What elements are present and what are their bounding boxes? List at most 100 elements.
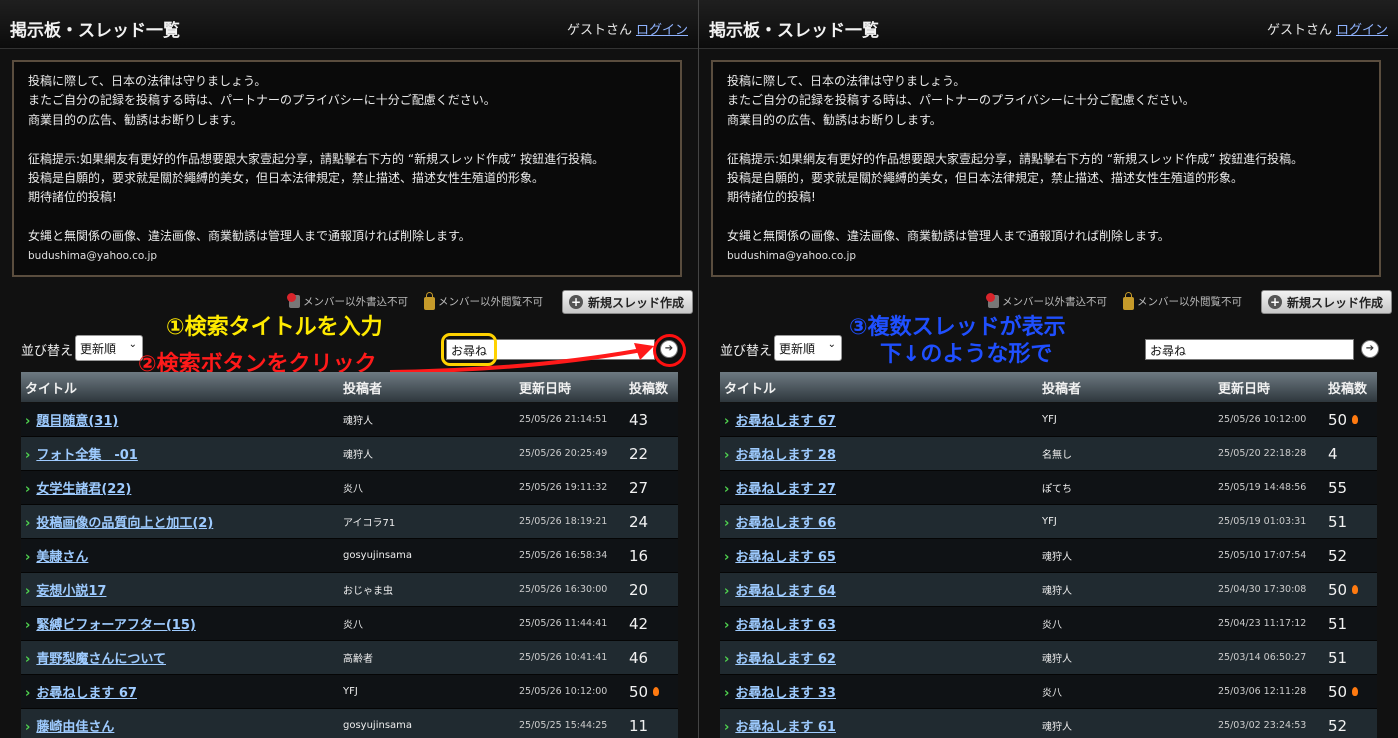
new-thread-button[interactable]: + 新規スレッド作成	[562, 290, 694, 314]
thread-title-link[interactable]: お尋ねします 33	[724, 686, 836, 701]
table-row[interactable]: 題目随意(31) 魂狩人25/05/26 21:14:5143	[21, 402, 678, 437]
thread-author: ぽてち	[1038, 470, 1214, 505]
table-row[interactable]: お尋ねします 64 魂狩人25/04/30 17:30:0850	[720, 572, 1377, 607]
thread-title-link[interactable]: 青野梨魔さんについて	[25, 652, 166, 667]
table-row[interactable]: お尋ねします 63 炎八25/04/23 11:17:1251	[720, 606, 1377, 641]
thread-title-link[interactable]: 緊縛ビフォーアフター(15)	[25, 618, 195, 633]
thread-count-cell: 22	[625, 436, 678, 471]
thread-title-link[interactable]: 妄想小説17	[25, 584, 106, 599]
thread-title-link[interactable]: お尋ねします 61	[724, 720, 836, 735]
table-row[interactable]: 女学生諸君(22) 炎八25/05/26 19:11:3227	[21, 470, 678, 505]
thread-updated: 25/05/25 15:44:25	[515, 708, 625, 738]
fire-icon	[1352, 584, 1359, 594]
thread-author: 魂狩人	[1038, 708, 1214, 738]
search-input[interactable]: お尋ね	[1145, 339, 1354, 360]
new-thread-button[interactable]: + 新規スレッド作成	[1261, 290, 1393, 314]
left-board-panel: 掲示板・スレッド一覧 ゲストさん ログイン 投稿に際して、日本の法律は守りましょう…	[0, 0, 699, 738]
table-row[interactable]: お尋ねします 67 YFJ25/05/26 10:12:0050	[720, 402, 1377, 437]
thread-author: 炎八	[1038, 674, 1214, 709]
table-row[interactable]: 藤崎由佳さん gosyujinsama25/05/25 15:44:2511	[21, 708, 678, 738]
table-row[interactable]: 美隷さん gosyujinsama25/05/26 16:58:3416	[21, 538, 678, 573]
annotation-step3-line2: 下↓のような形で	[880, 342, 1053, 367]
sort-select[interactable]: 更新順 ⌄	[774, 335, 842, 361]
header-bar: 掲示板・スレッド一覧 ゲストさん ログイン	[0, 0, 698, 49]
perm-read: メンバー以外閲覧不可	[424, 292, 543, 310]
thread-updated: 25/05/26 16:58:34	[515, 538, 625, 573]
thread-title-link[interactable]: 美隷さん	[25, 550, 88, 565]
table-row[interactable]: お尋ねします 62 魂狩人25/03/14 06:50:2751	[720, 640, 1377, 675]
thread-author: 名無し	[1038, 436, 1214, 471]
col-author: 投稿者	[1038, 372, 1214, 403]
thread-updated: 25/05/26 11:44:41	[515, 606, 625, 641]
thread-title-link[interactable]: お尋ねします 66	[724, 516, 836, 531]
table-row[interactable]: 投稿画像の品質向上と加工(2) アイコラ7125/05/26 18:19:2124	[21, 504, 678, 539]
thread-count-cell: 50	[1324, 402, 1377, 437]
user-box: ゲストさん ログイン	[1267, 19, 1388, 38]
perm-read: メンバー以外閲覧不可	[1123, 292, 1242, 310]
thread-author: 魂狩人	[1038, 640, 1214, 675]
table-row[interactable]: お尋ねします 65 魂狩人25/05/10 17:07:5452	[720, 538, 1377, 573]
no-write-icon	[986, 293, 999, 308]
no-write-icon	[287, 293, 300, 308]
thread-count: 51	[1328, 614, 1348, 633]
table-header: タイトル 投稿者 更新日時 投稿数	[21, 372, 678, 403]
page-title: 掲示板・スレッド一覧	[709, 21, 879, 41]
table-row[interactable]: お尋ねします 61 魂狩人25/03/02 23:24:5352	[720, 708, 1377, 738]
table-row[interactable]: 妄想小説17 おじゃま虫25/05/26 16:30:0020	[21, 572, 678, 607]
notice-line	[28, 208, 680, 227]
thread-list: お尋ねします 67 YFJ25/05/26 10:12:0050 お尋ねします 28…	[720, 402, 1377, 738]
thread-count-cell: 50	[625, 674, 678, 709]
thread-updated: 25/05/26 19:11:32	[515, 470, 625, 505]
thread-title-link[interactable]: フォト全集 -01	[25, 448, 138, 463]
thread-author: YFJ	[1038, 402, 1214, 437]
thread-title-link[interactable]: お尋ねします 27	[724, 482, 836, 497]
thread-title-link[interactable]: 投稿画像の品質向上と加工(2)	[25, 516, 213, 531]
header-bar: 掲示板・スレッド一覧 ゲストさん ログイン	[699, 0, 1398, 49]
thread-count-cell: 16	[625, 538, 678, 573]
thread-updated: 25/05/20 22:18:28	[1214, 436, 1324, 471]
thread-title-cell: お尋ねします 62	[720, 640, 1038, 675]
thread-count: 16	[629, 546, 649, 565]
thread-title-link[interactable]: お尋ねします 63	[724, 618, 836, 633]
thread-count-cell: 52	[1324, 708, 1377, 738]
notice-lines: 投稿に際して、日本の法律は守りましょう。 またご自分の記録を投稿する時は、パートナ…	[727, 72, 1379, 247]
table-row[interactable]: お尋ねします 27 ぽてち25/05/19 14:48:5655	[720, 470, 1377, 505]
thread-count-cell: 51	[1324, 504, 1377, 539]
notice-line: 投稿に際して、日本の法律は守りましょう。	[28, 74, 267, 88]
search-button[interactable]: ➔	[1361, 340, 1379, 358]
sort-select[interactable]: 更新順 ⌄	[75, 335, 143, 361]
thread-title-cell: フォト全集 -01	[21, 436, 339, 471]
thread-title-link[interactable]: 女学生諸君(22)	[25, 482, 131, 497]
table-row[interactable]: お尋ねします 66 YFJ25/05/19 01:03:3151	[720, 504, 1377, 539]
thread-title-link[interactable]: お尋ねします 67	[25, 686, 137, 701]
thread-author: gosyujinsama	[339, 708, 515, 738]
table-row[interactable]: お尋ねします 67 YFJ25/05/26 10:12:0050	[21, 674, 678, 709]
thread-updated: 25/05/26 21:14:51	[515, 402, 625, 437]
table-row[interactable]: お尋ねします 28 名無し25/05/20 22:18:284	[720, 436, 1377, 471]
login-link[interactable]: ログイン	[1336, 23, 1388, 38]
thread-title-link[interactable]: お尋ねします 62	[724, 652, 836, 667]
thread-title-link[interactable]: お尋ねします 64	[724, 584, 836, 599]
notice-line: 征稿提示:如果網友有更好的作品想要跟大家壹起分享，請點擊右下方的 “新規スレッド…	[727, 151, 1304, 166]
thread-author: 魂狩人	[339, 436, 515, 471]
thread-updated: 25/03/02 23:24:53	[1214, 708, 1324, 738]
thread-title-link[interactable]: 題目随意(31)	[25, 414, 118, 429]
right-board-panel: 掲示板・スレッド一覧 ゲストさん ログイン 投稿に際して、日本の法律は守りましょう…	[699, 0, 1398, 738]
notice-line: 女縄と無関係の画像、違法画像、商業勧誘は管理人まで通報頂ければ削除します。	[28, 229, 471, 244]
thread-table-left: タイトル 投稿者 更新日時 投稿数 題目随意(31) 魂狩人25/05/26 21…	[21, 372, 678, 738]
thread-count-cell: 27	[625, 470, 678, 505]
table-row[interactable]: お尋ねします 33 炎八25/03/06 12:11:2850	[720, 674, 1377, 709]
thread-title-link[interactable]: お尋ねします 28	[724, 448, 836, 463]
table-row[interactable]: フォト全集 -01 魂狩人25/05/26 20:25:4922	[21, 436, 678, 471]
login-link[interactable]: ログイン	[636, 23, 688, 38]
table-row[interactable]: 青野梨魔さんについて 高齢者25/05/26 10:41:4146	[21, 640, 678, 675]
thread-author: おじゃま虫	[339, 572, 515, 607]
thread-updated: 25/05/26 10:12:00	[1214, 402, 1324, 437]
notice-line: 征稿提示:如果網友有更好的作品想要跟大家壹起分享，請點擊右下方的 “新規スレッド…	[28, 151, 605, 166]
thread-title-cell: 題目随意(31)	[21, 402, 339, 437]
thread-title-link[interactable]: お尋ねします 67	[724, 414, 836, 429]
table-row[interactable]: 緊縛ビフォーアフター(15) 炎八25/05/26 11:44:4142	[21, 606, 678, 641]
thread-title-link[interactable]: お尋ねします 65	[724, 550, 836, 565]
thread-title-link[interactable]: 藤崎由佳さん	[25, 720, 114, 735]
notice-email: budushima@yahoo.co.jp	[28, 249, 158, 262]
